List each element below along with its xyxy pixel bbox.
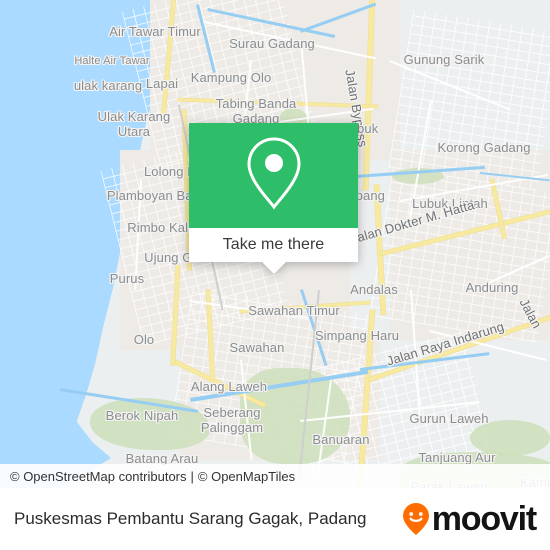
popup-header: [189, 123, 358, 228]
footer-bar: Puskesmas Pembantu Sarang Gagak, Padang …: [0, 488, 550, 550]
moovit-smiley-pin-icon: [402, 502, 432, 536]
block-texture-ne: [388, 9, 550, 191]
moovit-wordmark: moovit: [431, 500, 537, 538]
take-me-there-label: Take me there: [222, 236, 325, 253]
map-screenshot: Air Tawar Timur Halte Air Tawar Surau Gada…: [0, 0, 550, 550]
place-title: Puskesmas Pembantu Sarang Gagak, Padang: [14, 509, 367, 528]
popup-pointer-tail: [261, 262, 286, 274]
attribution-osm[interactable]: © OpenStreetMap contributors: [10, 469, 187, 484]
green-area-se-hill: [470, 420, 550, 456]
block-texture-e: [369, 167, 550, 343]
attribution-openmaptiles[interactable]: © OpenMapTiles: [198, 469, 295, 484]
moovit-logo[interactable]: moovit: [402, 500, 537, 538]
map-pin-icon: [244, 135, 304, 216]
attribution-separator: |: [190, 469, 194, 484]
map-attribution-bar: © OpenStreetMap contributors | © OpenMap…: [0, 464, 550, 489]
popup-action-row[interactable]: Take me there: [189, 228, 358, 262]
map-popup-card[interactable]: Take me there: [189, 123, 358, 274]
